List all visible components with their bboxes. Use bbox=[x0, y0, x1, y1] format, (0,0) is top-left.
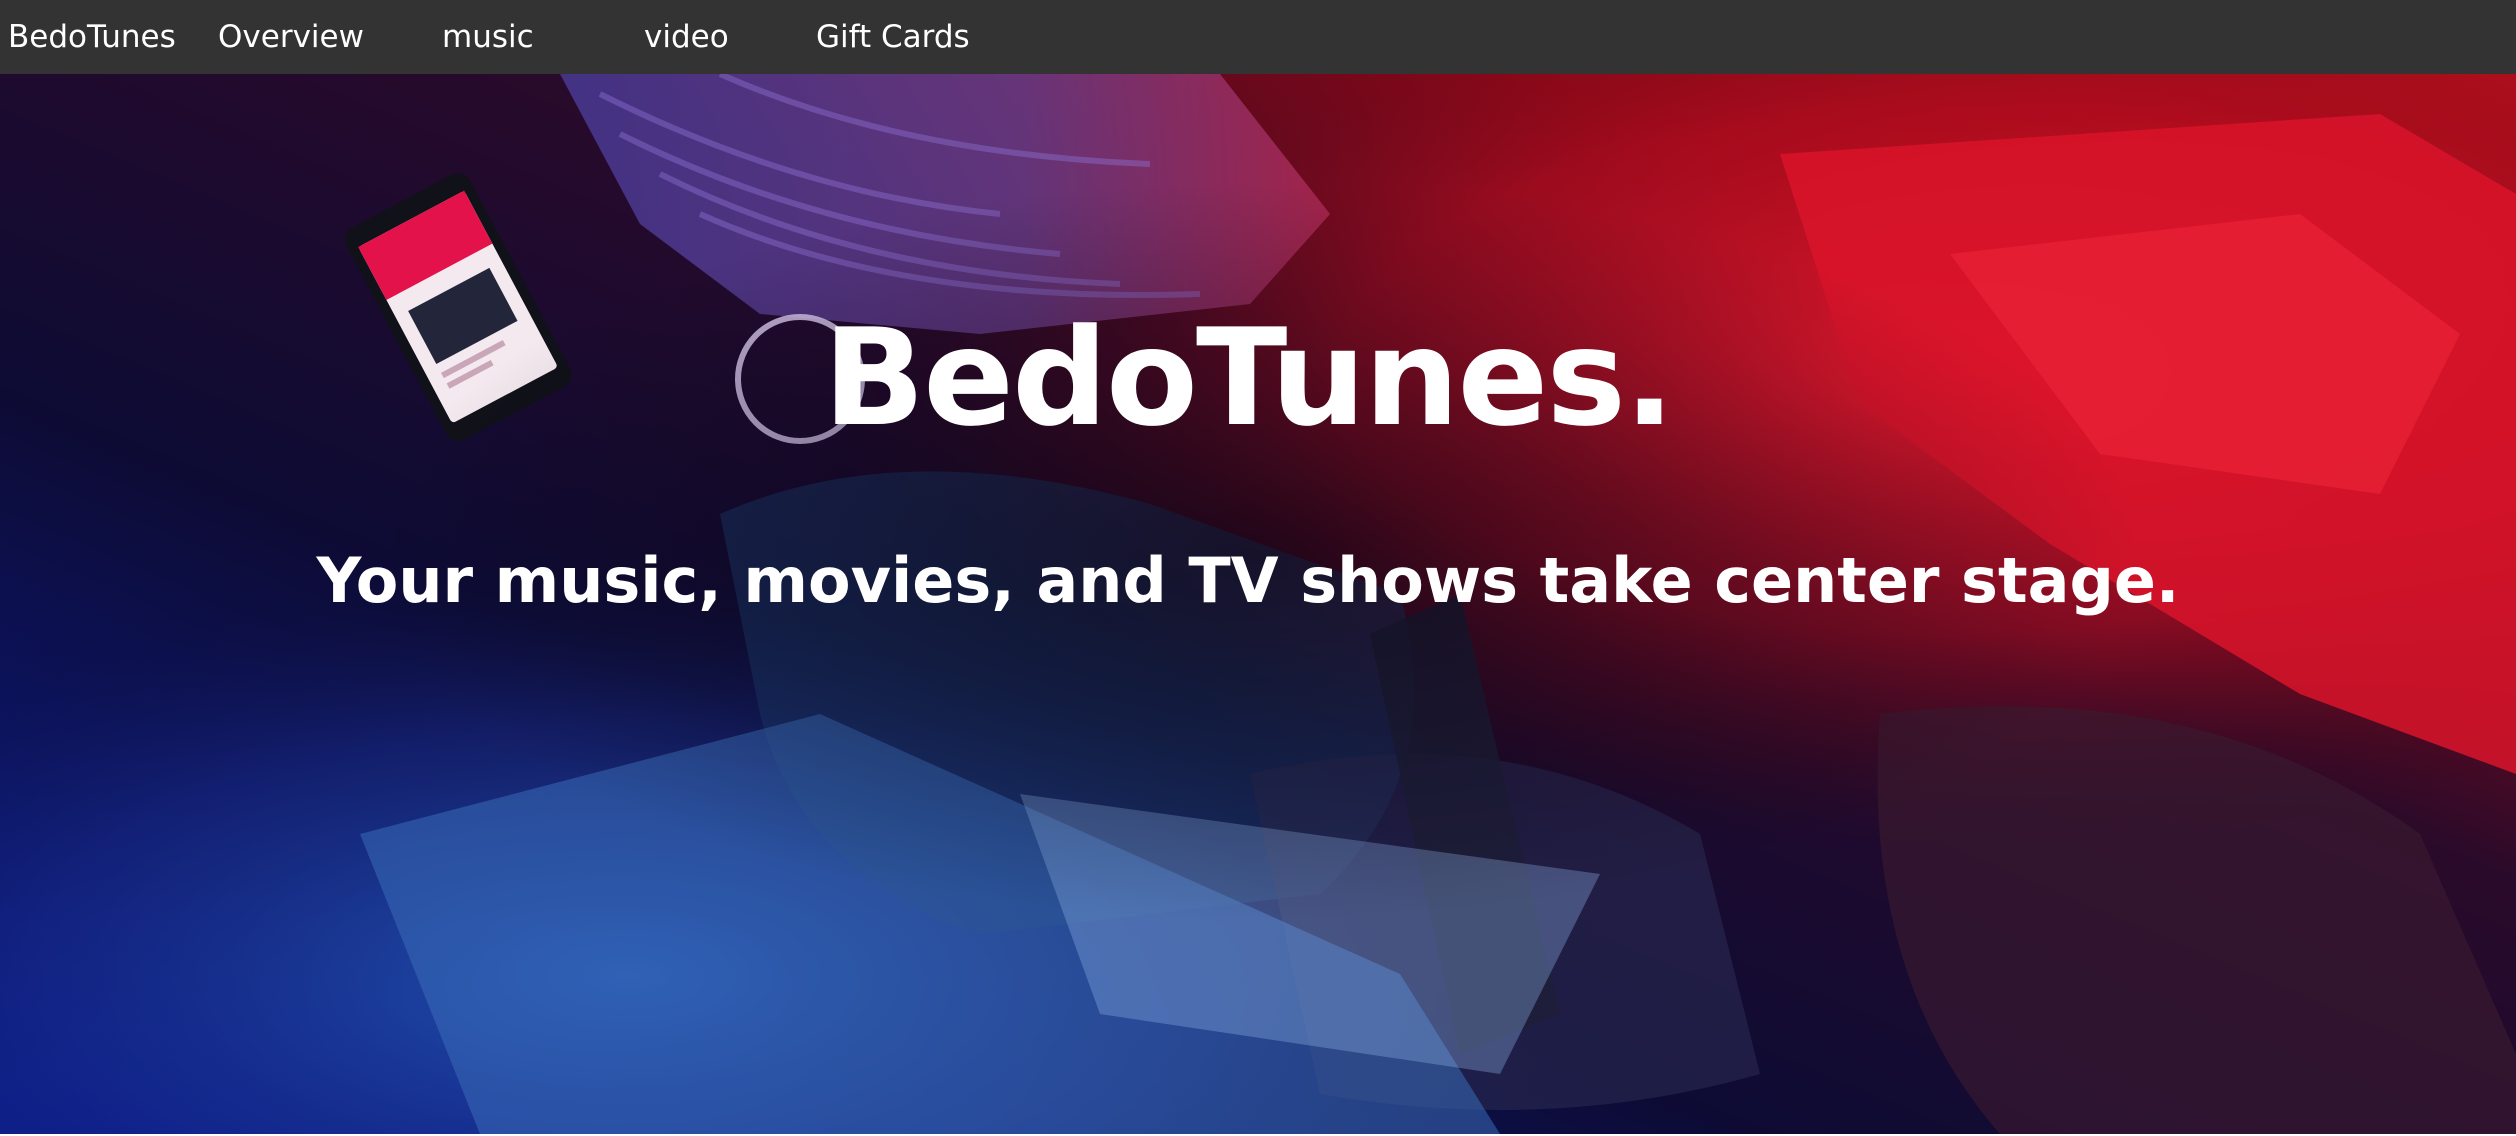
nav-brand-link[interactable]: BedoTunes bbox=[8, 0, 176, 74]
nav-item-gift-cards[interactable]: Gift Cards bbox=[816, 0, 970, 74]
hero-subtitle: Your music, movies, and TV shows take ce… bbox=[316, 544, 2180, 617]
nav-item-music[interactable]: music bbox=[442, 0, 534, 74]
nav-item-video[interactable]: video bbox=[644, 0, 729, 74]
hero-section: BedoTunes. Your music, movies, and TV sh… bbox=[0, 74, 2516, 1134]
hero-title: BedoTunes. bbox=[822, 300, 1675, 456]
top-navbar: BedoTunes Overview music video Gift Card… bbox=[0, 0, 2516, 74]
nav-item-overview[interactable]: Overview bbox=[218, 0, 364, 74]
